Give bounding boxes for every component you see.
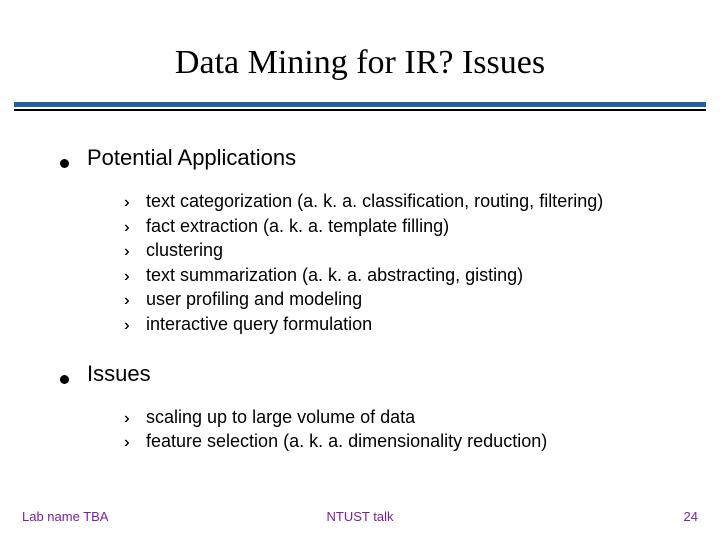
chevron-bullet-icon: ›› <box>124 290 146 312</box>
list-item-text: feature selection (a. k. a. dimensionali… <box>146 429 547 453</box>
chevron-bullet-icon: ›› <box>124 217 146 239</box>
section-heading: Issues <box>60 361 700 387</box>
list-item: ›› scaling up to large volume of data <box>124 405 700 430</box>
list-item: ›› feature selection (a. k. a. dimension… <box>124 429 700 454</box>
chevron-bullet-icon: ›› <box>124 432 146 454</box>
slide-footer: Lab name TBA NTUST talk 24 <box>0 509 720 524</box>
footer-page-number: 24 <box>684 509 698 524</box>
list-item-text: interactive query formulation <box>146 312 372 336</box>
section-heading-text: Potential Applications <box>87 145 296 171</box>
section-items: ›› scaling up to large volume of data ››… <box>60 405 700 454</box>
list-item: ›› clustering <box>124 238 700 263</box>
list-item: ›› text categorization (a. k. a. classif… <box>124 189 700 214</box>
chevron-bullet-icon: ›› <box>124 408 146 430</box>
list-item: ›› user profiling and modeling <box>124 287 700 312</box>
chevron-bullet-icon: ›› <box>124 266 146 288</box>
list-item-text: text categorization (a. k. a. classifica… <box>146 189 603 213</box>
list-item-text: clustering <box>146 238 223 262</box>
bullet-dot-icon <box>60 159 69 168</box>
section-heading: Potential Applications <box>60 145 700 171</box>
bullet-dot-icon <box>60 375 69 384</box>
slide-body: Potential Applications ›› text categoriz… <box>0 145 720 454</box>
chevron-bullet-icon: ›› <box>124 192 146 214</box>
list-item: ›› interactive query formulation <box>124 312 700 337</box>
footer-center: NTUST talk <box>327 509 394 524</box>
title-divider <box>14 102 706 111</box>
list-item-text: user profiling and modeling <box>146 287 362 311</box>
chevron-bullet-icon: ›› <box>124 315 146 337</box>
section-items: ›› text categorization (a. k. a. classif… <box>60 189 700 337</box>
footer-left: Lab name TBA <box>22 509 108 524</box>
list-item: ›› text summarization (a. k. a. abstract… <box>124 263 700 288</box>
slide-title: Data Mining for IR? Issues <box>0 0 720 102</box>
list-item: ›› fact extraction (a. k. a. template fi… <box>124 214 700 239</box>
list-item-text: fact extraction (a. k. a. template filli… <box>146 214 449 238</box>
chevron-bullet-icon: ›› <box>124 241 146 263</box>
list-item-text: scaling up to large volume of data <box>146 405 415 429</box>
slide: Data Mining for IR? Issues Potential App… <box>0 0 720 540</box>
section-heading-text: Issues <box>87 361 151 387</box>
list-item-text: text summarization (a. k. a. abstracting… <box>146 263 523 287</box>
